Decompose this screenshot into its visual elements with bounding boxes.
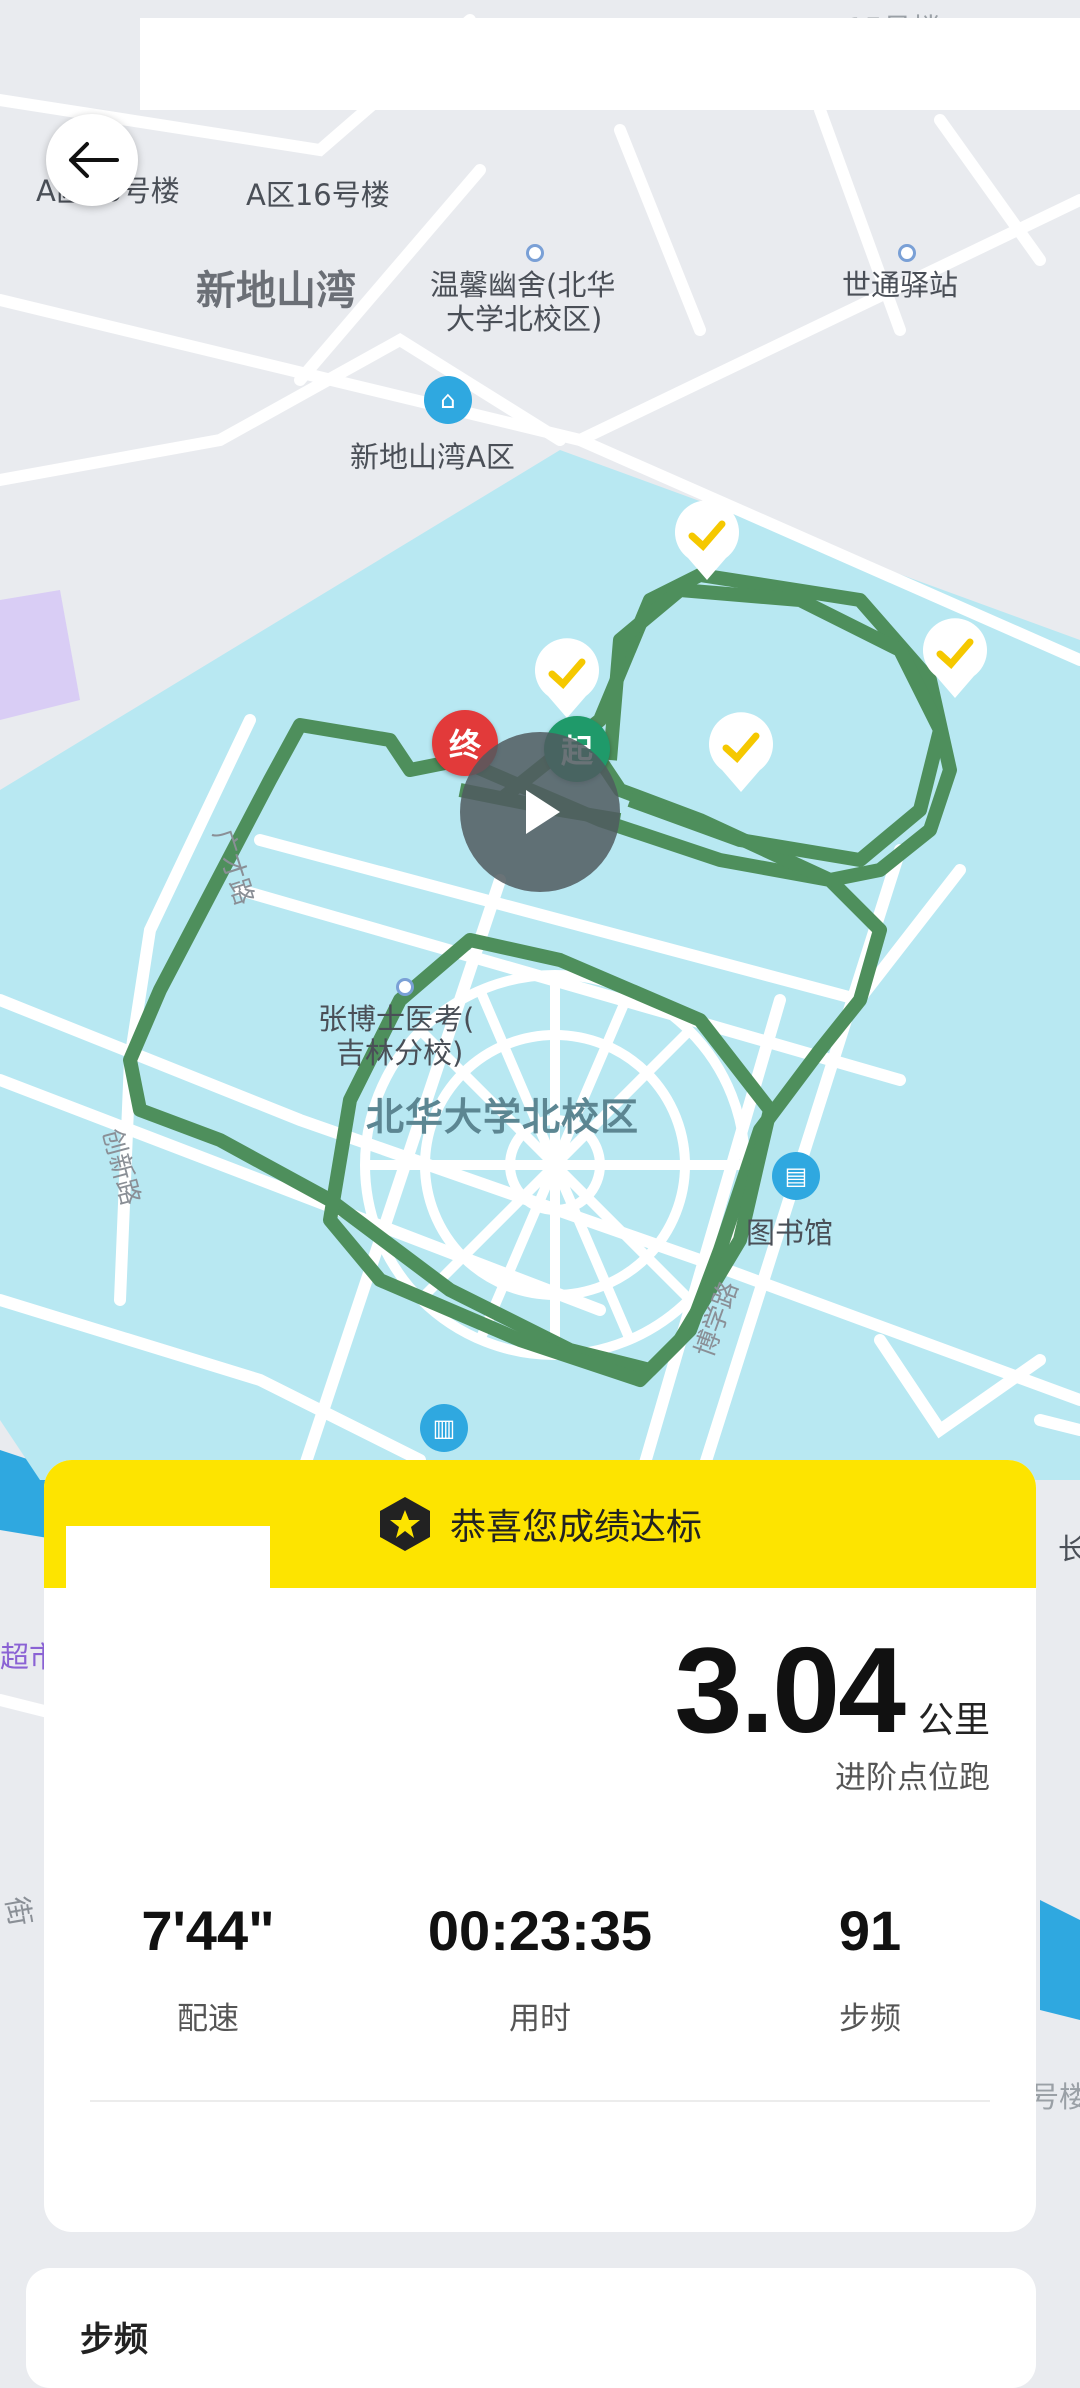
result-card: 恭喜您成绩达标 3.04 公里 进阶点位跑 7'44" 配速 00:23:35 … [44,1460,1036,2232]
map-label: 图书馆 [746,1216,834,1250]
map-label: 新地山湾 [196,268,356,314]
map-label: 长 [1058,1532,1080,1566]
play-icon [526,790,560,834]
building-icon[interactable]: ⌂ [424,376,472,424]
pace-value: 7'44" [141,1899,275,1962]
pace-label: 配速 [177,2001,239,2037]
section-title: 步频 [80,2320,148,2360]
stat-cadence: 91 步频 [720,1898,1020,2038]
map-label: 新地山湾A区 [350,440,515,474]
stat-pace: 7'44" 配速 [58,1898,358,2038]
checkpoint-pin[interactable] [706,712,776,794]
library-icon[interactable]: ▤ [772,1152,820,1200]
distance-value: 3.04 [674,1622,906,1758]
river [1040,1900,1080,2020]
duration-label: 用时 [509,2001,571,2037]
map-label: 大学北校区) [446,302,603,336]
cadence-section-card[interactable]: 步频 [26,2268,1036,2388]
distance-unit: 公里 [917,1700,990,1741]
cadence-value: 91 [838,1899,902,1962]
checkpoint-pin[interactable] [672,500,742,582]
map-label: 号楼 [1030,2080,1080,2114]
run-type: 进阶点位跑 [835,1760,990,1796]
duration-value: 00:23:35 [427,1899,653,1962]
checkpoint-pin[interactable] [532,638,602,720]
checkpoint-pin[interactable] [920,618,990,700]
back-arrow-icon [69,142,119,178]
banner-text: 恭喜您成绩达标 [449,1507,702,1548]
map-label: A区16号楼 [246,178,390,212]
play-route-button[interactable] [460,732,620,892]
cadence-label: 步频 [839,2001,901,2037]
badge-star-icon [379,1497,430,1551]
distance-display: 3.04 公里 [675,1620,990,1760]
map-label: 吉林分校) [336,1036,464,1070]
header-overlay [140,18,1080,110]
poi-dot [526,244,544,262]
map-label: 北华大学北校区 [366,1095,640,1139]
stat-duration: 00:23:35 用时 [390,1898,690,2038]
poi-dot [898,244,916,262]
poi-dot [396,978,414,996]
building-icon[interactable]: ▥ [420,1404,468,1452]
divider [90,2100,990,2102]
avatar-placeholder [66,1526,270,1606]
map-label: 世通驿站 [842,268,959,302]
back-button[interactable] [46,114,138,206]
